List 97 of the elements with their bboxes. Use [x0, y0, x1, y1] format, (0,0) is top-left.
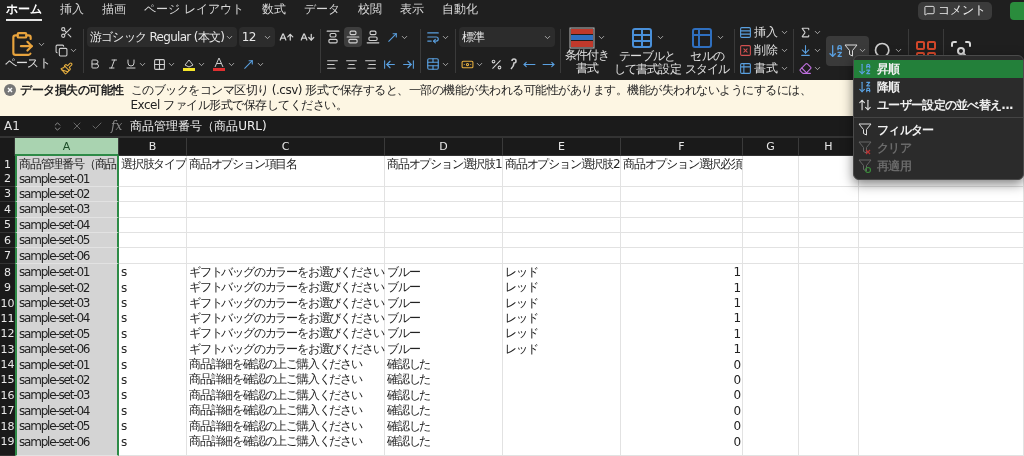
row-header [0, 448, 15, 456]
ribbon-tab[interactable]: 挿入 [60, 0, 84, 21]
paste-button[interactable]: ペースト [4, 31, 51, 70]
column-header[interactable]: E [503, 138, 621, 156]
align-middle-icon [345, 30, 360, 44]
table-cell [799, 171, 859, 187]
ribbon-tab[interactable]: ページ レイアウト [144, 0, 244, 21]
delete-cells-icon [738, 44, 752, 57]
align-bottom-icon [365, 30, 380, 44]
font-name-dropdown[interactable]: 游ゴシック Regular (本文) [86, 27, 237, 47]
menu-item[interactable]: フィルター [854, 121, 1023, 139]
ribbon-tab[interactable]: 自動化 [441, 0, 478, 21]
message-text: このブックをコンマ区切り (.csv) 形式で保存すると、一部の機能が失われる可能性があります。機能が失われないようにするには、Excel ファイル形式で保存してください。 [130, 83, 813, 113]
ribbon-tab[interactable]: 描画 [102, 0, 126, 21]
filter-clear-icon [858, 141, 872, 155]
underline-icon [124, 58, 137, 70]
sort-descending-icon [858, 80, 872, 94]
stepper-icon [52, 120, 63, 132]
align-right-icon [363, 57, 377, 71]
copy-icon [54, 44, 68, 57]
formula-field[interactable]: 商品管理番号（商品URL) [130, 117, 267, 135]
comma-icon [508, 58, 517, 70]
sort-icon [827, 42, 844, 59]
styles-button[interactable]: 条件付き 書式 [563, 26, 611, 75]
column-header[interactable]: A [15, 138, 119, 156]
cell-style-icon [689, 25, 714, 50]
ribbon-tab[interactable]: データ [303, 0, 340, 21]
row-number[interactable]: 2 [0, 171, 15, 187]
filter-icon [843, 43, 858, 58]
ribbon-tab[interactable]: 校閲 [357, 0, 382, 21]
wrap-text-icon [425, 30, 440, 44]
column-header[interactable]: B [119, 138, 187, 156]
error-icon [4, 84, 16, 96]
table-format-icon [629, 25, 654, 50]
insert-cells-icon [738, 26, 752, 39]
table-cell [119, 171, 187, 187]
phonetic-icon [241, 57, 255, 71]
table-cell [743, 248, 799, 264]
down-arrow-icon [798, 44, 812, 57]
number-format-dropdown[interactable]: 標準 [458, 27, 555, 47]
font-size-dropdown[interactable]: 12 [238, 27, 275, 47]
sort-ascending-icon [858, 62, 872, 76]
filter-refresh-icon [858, 159, 872, 173]
column-header[interactable]: C [187, 138, 385, 156]
filter-icon [858, 123, 872, 137]
align-top-icon [325, 30, 340, 44]
cells-button[interactable]: 削除 [737, 42, 790, 59]
table-cell [743, 202, 799, 218]
format-cells-icon [738, 62, 752, 75]
table-cell [119, 202, 187, 218]
menu-item[interactable]: 降順 [854, 78, 1023, 96]
column-header[interactable]: F [621, 138, 743, 156]
paintbrush-icon [59, 62, 73, 75]
increase-indent-icon [401, 57, 415, 71]
table-cell [743, 171, 799, 187]
menu-item[interactable]: ユーザー設定の並べ替え... [854, 96, 1023, 114]
styles-button[interactable]: テーブルと して書式設定 [612, 25, 682, 76]
share-button[interactable] [1010, 1, 1024, 20]
align-left-icon [325, 57, 339, 71]
row-number[interactable]: 4 [0, 202, 15, 218]
column-header[interactable]: G [743, 138, 799, 156]
table-cell [799, 202, 859, 218]
table-cell: sample-set-03 [15, 202, 119, 218]
message-title: データ損失の可能性 [20, 83, 124, 98]
cancel-icon [71, 120, 83, 132]
ribbon-tab[interactable]: 数式 [261, 0, 286, 21]
comment-button[interactable]: コメント [918, 1, 992, 20]
table-cell: sample-set-06 [15, 248, 119, 264]
diagonal-arrow-icon [385, 30, 399, 44]
paint-bucket-icon [181, 57, 196, 71]
vertical-align-button[interactable] [343, 27, 362, 47]
bold-icon [88, 58, 101, 70]
table-cell: sample-set-01 [15, 171, 119, 187]
borders-icon [152, 57, 166, 71]
speech-bubble-icon [924, 5, 935, 16]
function-label[interactable]: fx [111, 119, 123, 133]
align-center-icon [344, 57, 358, 71]
font-color-icon [211, 57, 226, 71]
row-number[interactable]: 7 [0, 248, 15, 264]
table-cell [799, 248, 859, 264]
menu-item[interactable]: 昇順 [854, 60, 1023, 78]
percent-icon [489, 57, 503, 71]
cells-button[interactable]: 挿入 [737, 24, 790, 41]
decrease-indent-icon [382, 57, 396, 71]
styles-button[interactable]: セルの スタイル [683, 25, 731, 76]
merge-cells-icon [425, 57, 440, 71]
ribbon-tab[interactable]: 表示 [399, 0, 424, 21]
table-cell [119, 248, 187, 264]
confirm-icon [91, 120, 103, 132]
column-header[interactable]: D [385, 138, 503, 156]
custom-sort-icon [858, 98, 872, 112]
italic-icon [106, 58, 119, 70]
conditional-format-icon [568, 26, 595, 49]
cells-button[interactable]: 書式 [737, 60, 790, 77]
eraser-icon [798, 62, 812, 75]
name-box[interactable]: A1 [4, 119, 44, 133]
scissors-icon [59, 26, 73, 39]
